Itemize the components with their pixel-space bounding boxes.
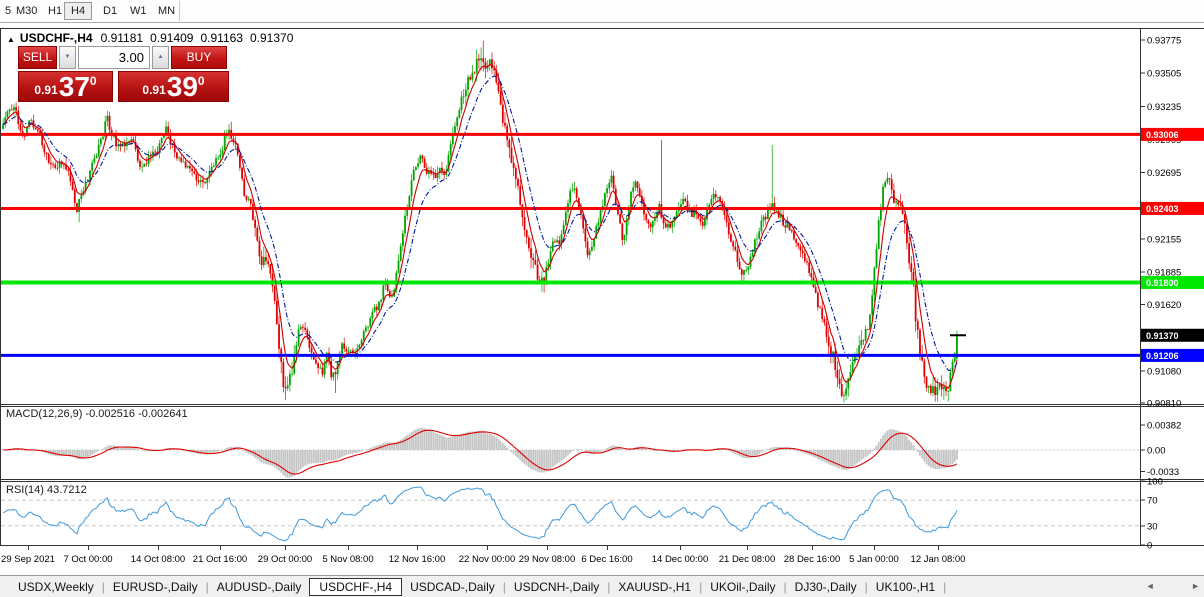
date-label: 21 Oct 16:00: [193, 554, 247, 565]
toolbar-separator: [179, 1, 180, 21]
date-label: 14 Dec 00:00: [652, 554, 709, 565]
date-label: 29 Oct 00:00: [258, 554, 312, 565]
volume-increase-button[interactable]: ▲: [152, 46, 169, 69]
horizontal-lines-layer: [1, 134, 1140, 355]
timeframe-h1[interactable]: H1: [45, 2, 65, 20]
tab-separator: |: [940, 580, 949, 594]
macd-histogram: [3, 428, 957, 478]
ask-price-pip: 0: [198, 74, 205, 88]
date-label: 29 Sep 2021: [1, 554, 55, 565]
price-tick-label: 0.90810: [1147, 399, 1181, 410]
collapse-arrow-icon[interactable]: ▲: [7, 35, 15, 44]
tab-usdcnh-daily[interactable]: USDCNH-,Daily: [509, 579, 604, 595]
price-tick-label: 0.93235: [1147, 102, 1181, 113]
tab-scroll-right-icon[interactable]: ►: [1191, 581, 1200, 591]
tab-uk100-h1[interactable]: UK100-,H1: [871, 579, 940, 595]
symbol-tab-bar: USDX,Weekly|EURUSD-,Daily|AUDUSD-,DailyU…: [0, 575, 1204, 597]
date-label: 12 Jan 08:00: [911, 554, 966, 565]
tab-eurusd-daily[interactable]: EURUSD-,Daily: [108, 579, 203, 595]
rsi-label: RSI(14) 43.7212: [6, 484, 87, 496]
bid-price-pip: 0: [90, 74, 97, 88]
ask-price-big: 39: [167, 72, 198, 102]
price-tick-label: 0.91080: [1147, 366, 1181, 377]
price-badge-label: 0.91370: [1146, 331, 1179, 341]
timeframe-d1[interactable]: D1: [100, 2, 120, 20]
tab-separator: |: [500, 580, 509, 594]
volume-decrease-button[interactable]: ▼: [59, 46, 76, 69]
chart-symbol: USDCHF-,H4: [20, 31, 93, 45]
rsi-tick-label: 100: [1147, 477, 1163, 488]
tab-separator: |: [99, 580, 108, 594]
macd-label: MACD(12,26,9) -0.002516 -0.002641: [6, 408, 188, 420]
rsi-tick-label: 30: [1147, 521, 1158, 532]
tab-xauusd-h1[interactable]: XAUUSD-,H1: [613, 579, 696, 595]
ohlc-close: 0.91370: [250, 31, 293, 45]
price-tick-label: 0.91620: [1147, 300, 1181, 311]
date-label: 5 Jan 00:00: [849, 554, 899, 565]
rsi-tick-label: 70: [1147, 496, 1158, 507]
chart-canvas[interactable]: 0.937750.935050.932350.929650.926950.921…: [0, 24, 1204, 575]
buy-button[interactable]: BUY: [171, 46, 227, 69]
rsi-tick-label: 0: [1147, 541, 1152, 552]
price-badge-label: 0.93006: [1146, 130, 1179, 140]
ohlc-open: 0.91181: [101, 31, 144, 45]
tab-separator: |: [604, 580, 613, 594]
price-tick-label: 0.92155: [1147, 234, 1181, 245]
bid-price-big: 37: [59, 72, 90, 102]
timeframe-mn[interactable]: MN: [155, 2, 178, 20]
ohlc-low: 0.91163: [200, 31, 243, 45]
bid-price-prefix: 0.91: [34, 83, 57, 97]
tab-scroll-left-icon[interactable]: ◄: [1146, 581, 1155, 591]
indicator-panes-layer: [1, 428, 1140, 541]
sell-button[interactable]: SELL: [18, 46, 57, 69]
date-label: 7 Oct 00:00: [63, 554, 112, 565]
price-tick-label: 0.93775: [1147, 36, 1181, 47]
date-label: 6 Dec 16:00: [581, 554, 632, 565]
ask-price-prefix: 0.91: [142, 83, 165, 97]
tab-dj30-daily[interactable]: DJ30-,Daily: [790, 579, 862, 595]
tab-usdcad-daily[interactable]: USDCAD-,Daily: [405, 579, 500, 595]
ma-fast-line: [3, 65, 957, 389]
tab-separator: |: [696, 580, 705, 594]
price-tick-label: 0.93505: [1147, 69, 1181, 80]
ohlc-high: 0.91409: [150, 31, 193, 45]
macd-tick-label: 0.00382: [1147, 421, 1181, 432]
tab-audusd-daily[interactable]: AUDUSD-,Daily: [212, 579, 307, 595]
date-label: 12 Nov 16:00: [389, 554, 446, 565]
rsi-line: [3, 487, 957, 541]
tab-usdchf-h4[interactable]: USDCHF-,H4: [309, 578, 402, 596]
date-label: 21 Dec 08:00: [719, 554, 776, 565]
moving-averages-layer: [3, 65, 957, 389]
date-label: 28 Dec 16:00: [784, 554, 841, 565]
macd-tick-label: 0.00: [1147, 446, 1166, 457]
ma-slow-line: [3, 76, 957, 370]
date-label: 22 Nov 00:00: [459, 554, 516, 565]
triangle-down-icon: ▼: [65, 54, 71, 60]
price-tick-label: 0.92695: [1147, 168, 1181, 179]
tab-ukoil-daily[interactable]: UKOil-,Daily: [705, 579, 780, 595]
tab-separator: |: [203, 580, 212, 594]
timeframe-w1[interactable]: W1: [127, 2, 150, 20]
date-label: 29 Nov 08:00: [519, 554, 576, 565]
buy-price-button[interactable]: 0.91 39 0: [118, 71, 229, 102]
tab-separator: |: [781, 580, 790, 594]
mt4-terminal: 5M30H1H4D1W1MN 0.937750.935050.932350.92…: [0, 0, 1204, 597]
timeframe-toolbar: 5M30H1H4D1W1MN: [0, 0, 1204, 23]
triangle-up-icon: ▲: [158, 54, 164, 60]
timeframe-h4[interactable]: H4: [64, 2, 92, 20]
volume-input[interactable]: 3.00: [78, 46, 150, 69]
tab-scroll-arrows: ◄ ►: [1112, 581, 1200, 591]
price-badge-label: 0.91800: [1146, 278, 1179, 288]
price-badge-label: 0.91206: [1146, 351, 1179, 361]
timeframe-m30[interactable]: M30: [13, 2, 40, 20]
tab-usdx-weekly[interactable]: USDX,Weekly: [13, 579, 99, 595]
date-label: 14 Oct 08:00: [131, 554, 185, 565]
price-badge-label: 0.92403: [1146, 204, 1179, 214]
sell-price-button[interactable]: 0.91 37 0: [18, 71, 113, 102]
axes-layer: 0.937750.935050.932350.929650.926950.921…: [0, 28, 1204, 565]
tab-separator: |: [862, 580, 871, 594]
one-click-trading-panel: SELL ▼ 3.00 ▲ BUY 0.91 37 0 0.91 39 0: [18, 46, 229, 102]
chart-title: ▲ USDCHF-,H4 0.91181 0.91409 0.91163 0.9…: [7, 31, 300, 45]
date-label: 5 Nov 08:00: [322, 554, 373, 565]
